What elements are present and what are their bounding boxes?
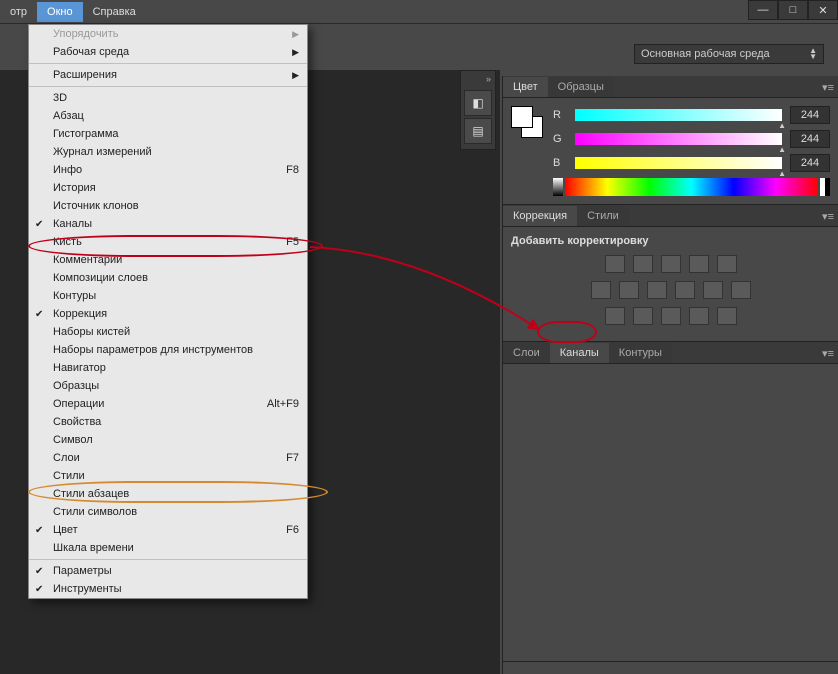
posterize-icon[interactable]	[633, 307, 653, 325]
window-menu-dropdown: Упорядочить▶Рабочая среда▶ Расширения▶ 3DА…	[28, 24, 308, 599]
panel-menu-icon[interactable]: ▾≡	[822, 81, 834, 94]
right-panel-dock: Цвет Образцы ▾≡ R 244 G 24	[502, 76, 838, 674]
close-button[interactable]: ✕	[808, 0, 838, 20]
slider-g[interactable]	[575, 133, 782, 145]
menu-item[interactable]: КистьF5	[29, 233, 307, 251]
menu-item[interactable]: Гистограмма	[29, 125, 307, 143]
menu-item[interactable]: Композиции слоев	[29, 269, 307, 287]
value-b[interactable]: 244	[790, 154, 830, 172]
navigator-icon[interactable]: ▤	[464, 118, 492, 144]
menu-window[interactable]: Окно	[37, 2, 83, 22]
menu-item[interactable]: 3D	[29, 89, 307, 107]
brightness-icon[interactable]	[605, 255, 625, 273]
menubar: отр Окно Справка	[0, 0, 838, 24]
dropdown-icon: ▲▼	[809, 48, 817, 60]
menu-item[interactable]: Рабочая среда▶	[29, 43, 307, 61]
tab-swatches[interactable]: Образцы	[548, 77, 614, 97]
menu-item[interactable]: Символ	[29, 431, 307, 449]
selective-color-icon[interactable]	[717, 307, 737, 325]
menu-item[interactable]: СлоиF7	[29, 449, 307, 467]
window-controls: — □ ✕	[748, 0, 838, 20]
menu-item[interactable]: Стили абзацев	[29, 485, 307, 503]
tab-paths[interactable]: Контуры	[609, 343, 672, 363]
menu-item[interactable]: Шкала времени	[29, 539, 307, 557]
menu-item[interactable]: Контуры	[29, 287, 307, 305]
adjustment-icon-row-2	[511, 281, 830, 299]
collapsed-panel-dock: » ◧ ▤	[460, 70, 496, 150]
expand-icon[interactable]: »	[461, 74, 495, 88]
panel-menu-icon[interactable]: ▾≡	[822, 210, 834, 223]
menu-help[interactable]: Справка	[83, 2, 146, 22]
channel-r-label: R	[553, 109, 567, 121]
curves-icon[interactable]	[661, 255, 681, 273]
tab-channels[interactable]: Каналы	[550, 343, 609, 363]
menu-item[interactable]: Каналы	[29, 215, 307, 233]
invert-icon[interactable]	[605, 307, 625, 325]
color-balance-icon[interactable]	[619, 281, 639, 299]
menu-item[interactable]: ИнфоF8	[29, 161, 307, 179]
histogram-icon[interactable]: ◧	[464, 90, 492, 116]
menu-item[interactable]: Образцы	[29, 377, 307, 395]
value-r[interactable]: 244	[790, 106, 830, 124]
tab-layers[interactable]: Слои	[503, 343, 550, 363]
menu-item[interactable]: История	[29, 179, 307, 197]
channel-b-label: B	[553, 157, 567, 169]
adjustment-icon-row-3	[511, 307, 830, 325]
menu-item: Упорядочить▶	[29, 25, 307, 43]
menu-view-partial[interactable]: отр	[0, 2, 37, 22]
tab-styles[interactable]: Стили	[577, 206, 629, 226]
hue-icon[interactable]	[591, 281, 611, 299]
menu-item[interactable]: Навигатор	[29, 359, 307, 377]
menu-item[interactable]: Инструменты	[29, 580, 307, 598]
panel-menu-icon[interactable]: ▾≡	[822, 347, 834, 360]
menu-item[interactable]: Наборы параметров для инструментов	[29, 341, 307, 359]
layers-panel: Слои Каналы Контуры ▾≡	[503, 342, 838, 662]
menu-item[interactable]: Комментарии	[29, 251, 307, 269]
menu-item[interactable]: Свойства	[29, 413, 307, 431]
menu-item[interactable]: Расширения▶	[29, 66, 307, 84]
adjustments-heading: Добавить корректировку	[511, 235, 830, 247]
value-g[interactable]: 244	[790, 130, 830, 148]
channel-g-label: G	[553, 133, 567, 145]
menu-item[interactable]: ОперацииAlt+F9	[29, 395, 307, 413]
workspace-label: Основная рабочая среда	[641, 48, 770, 60]
maximize-button[interactable]: □	[778, 0, 808, 20]
menu-item[interactable]: Коррекция	[29, 305, 307, 323]
gradient-map-icon[interactable]	[689, 307, 709, 325]
minimize-button[interactable]: —	[748, 0, 778, 20]
color-panel: Цвет Образцы ▾≡ R 244 G 24	[503, 76, 838, 205]
tab-color[interactable]: Цвет	[503, 77, 548, 97]
menu-item[interactable]: Стили символов	[29, 503, 307, 521]
color-lookup-icon[interactable]	[731, 281, 751, 299]
menu-item[interactable]: Журнал измерений	[29, 143, 307, 161]
channel-mixer-icon[interactable]	[703, 281, 723, 299]
menu-item[interactable]: ЦветF6	[29, 521, 307, 539]
photo-filter-icon[interactable]	[675, 281, 695, 299]
menu-item[interactable]: Наборы кистей	[29, 323, 307, 341]
menu-item[interactable]: Источник клонов	[29, 197, 307, 215]
tab-adjustments[interactable]: Коррекция	[503, 206, 577, 226]
levels-icon[interactable]	[633, 255, 653, 273]
slider-b[interactable]	[575, 157, 782, 169]
menu-item[interactable]: Стили	[29, 467, 307, 485]
fg-bg-swatch[interactable]	[511, 106, 543, 138]
workspace-switcher[interactable]: Основная рабочая среда ▲▼	[634, 44, 824, 64]
exposure-icon[interactable]	[689, 255, 709, 273]
color-spectrum-bar[interactable]	[565, 178, 818, 196]
adjustments-panel: Коррекция Стили ▾≡ Добавить корректировк…	[503, 205, 838, 342]
bw-icon[interactable]	[647, 281, 667, 299]
adjustment-icon-row-1	[511, 255, 830, 273]
threshold-icon[interactable]	[661, 307, 681, 325]
menu-item[interactable]: Параметры	[29, 562, 307, 580]
slider-r[interactable]	[575, 109, 782, 121]
menu-item[interactable]: Абзац	[29, 107, 307, 125]
vibrance-icon[interactable]	[717, 255, 737, 273]
